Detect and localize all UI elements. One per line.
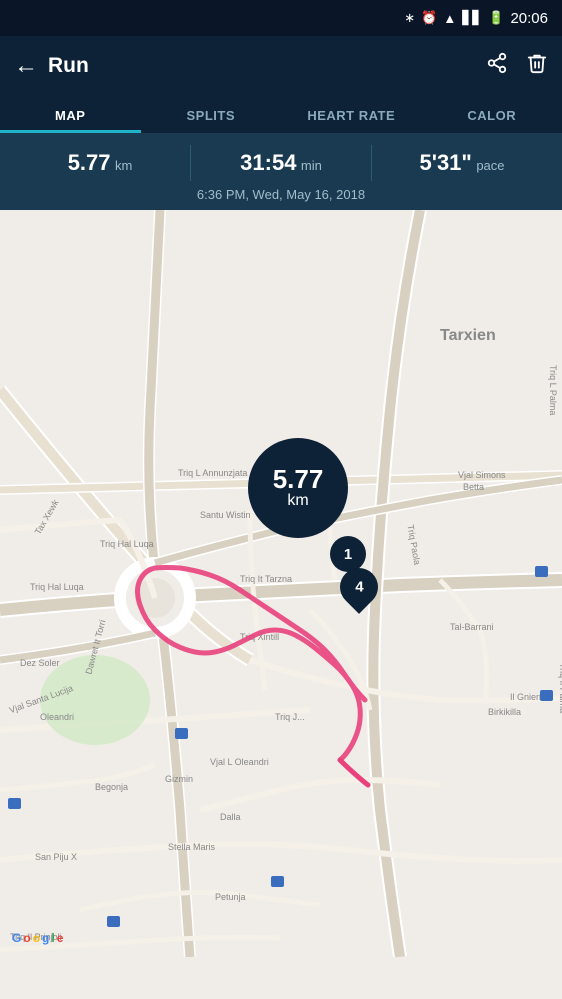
status-icons: ∗ ⏰ ▲ ▋▋ 🔋 20:06	[404, 10, 548, 27]
map-container[interactable]: Tarxien Triq L Annunzjata Santu Wistin T…	[0, 210, 562, 957]
stat-pace: 5'31" pace	[372, 150, 552, 176]
signal-icon: ▋▋	[462, 10, 482, 26]
delete-icon[interactable]	[526, 52, 548, 80]
google-attribution: G o o g l e	[12, 931, 63, 945]
stat-date: 6:36 PM, Wed, May 16, 2018	[10, 187, 552, 202]
top-bar-left: ← Run	[14, 52, 89, 80]
tab-calories[interactable]: CALOR	[422, 96, 562, 133]
stats-bar: 5.77 km 31:54 min 5'31" pace 6:36 PM, We…	[0, 133, 562, 210]
wifi-icon: ▲	[443, 11, 456, 26]
tabs: MAP SPLITS HEART RATE CALOR	[0, 96, 562, 133]
bluetooth-icon: ∗	[404, 10, 415, 26]
tab-splits[interactable]: SPLITS	[141, 96, 282, 133]
stat-duration: 31:54 min	[191, 150, 371, 176]
tab-map[interactable]: MAP	[0, 96, 141, 133]
battery-icon: 🔋	[488, 10, 504, 26]
status-time: 20:06	[510, 10, 548, 27]
alarm-icon: ⏰	[421, 10, 437, 26]
share-icon[interactable]	[486, 52, 508, 80]
status-bar: ∗ ⏰ ▲ ▋▋ 🔋 20:06	[0, 0, 562, 36]
route-overlay	[0, 210, 562, 957]
top-bar: ← Run	[0, 36, 562, 96]
marker-1: 1	[330, 536, 366, 572]
page-title: Run	[48, 54, 89, 78]
back-button[interactable]: ←	[14, 52, 38, 80]
stats-row: 5.77 km 31:54 min 5'31" pace	[10, 145, 552, 181]
stat-distance: 5.77 km	[10, 150, 190, 176]
distance-bubble: 5.77 km	[248, 438, 348, 538]
tab-heart-rate[interactable]: HEART RATE	[281, 96, 422, 133]
top-bar-right	[486, 52, 548, 80]
